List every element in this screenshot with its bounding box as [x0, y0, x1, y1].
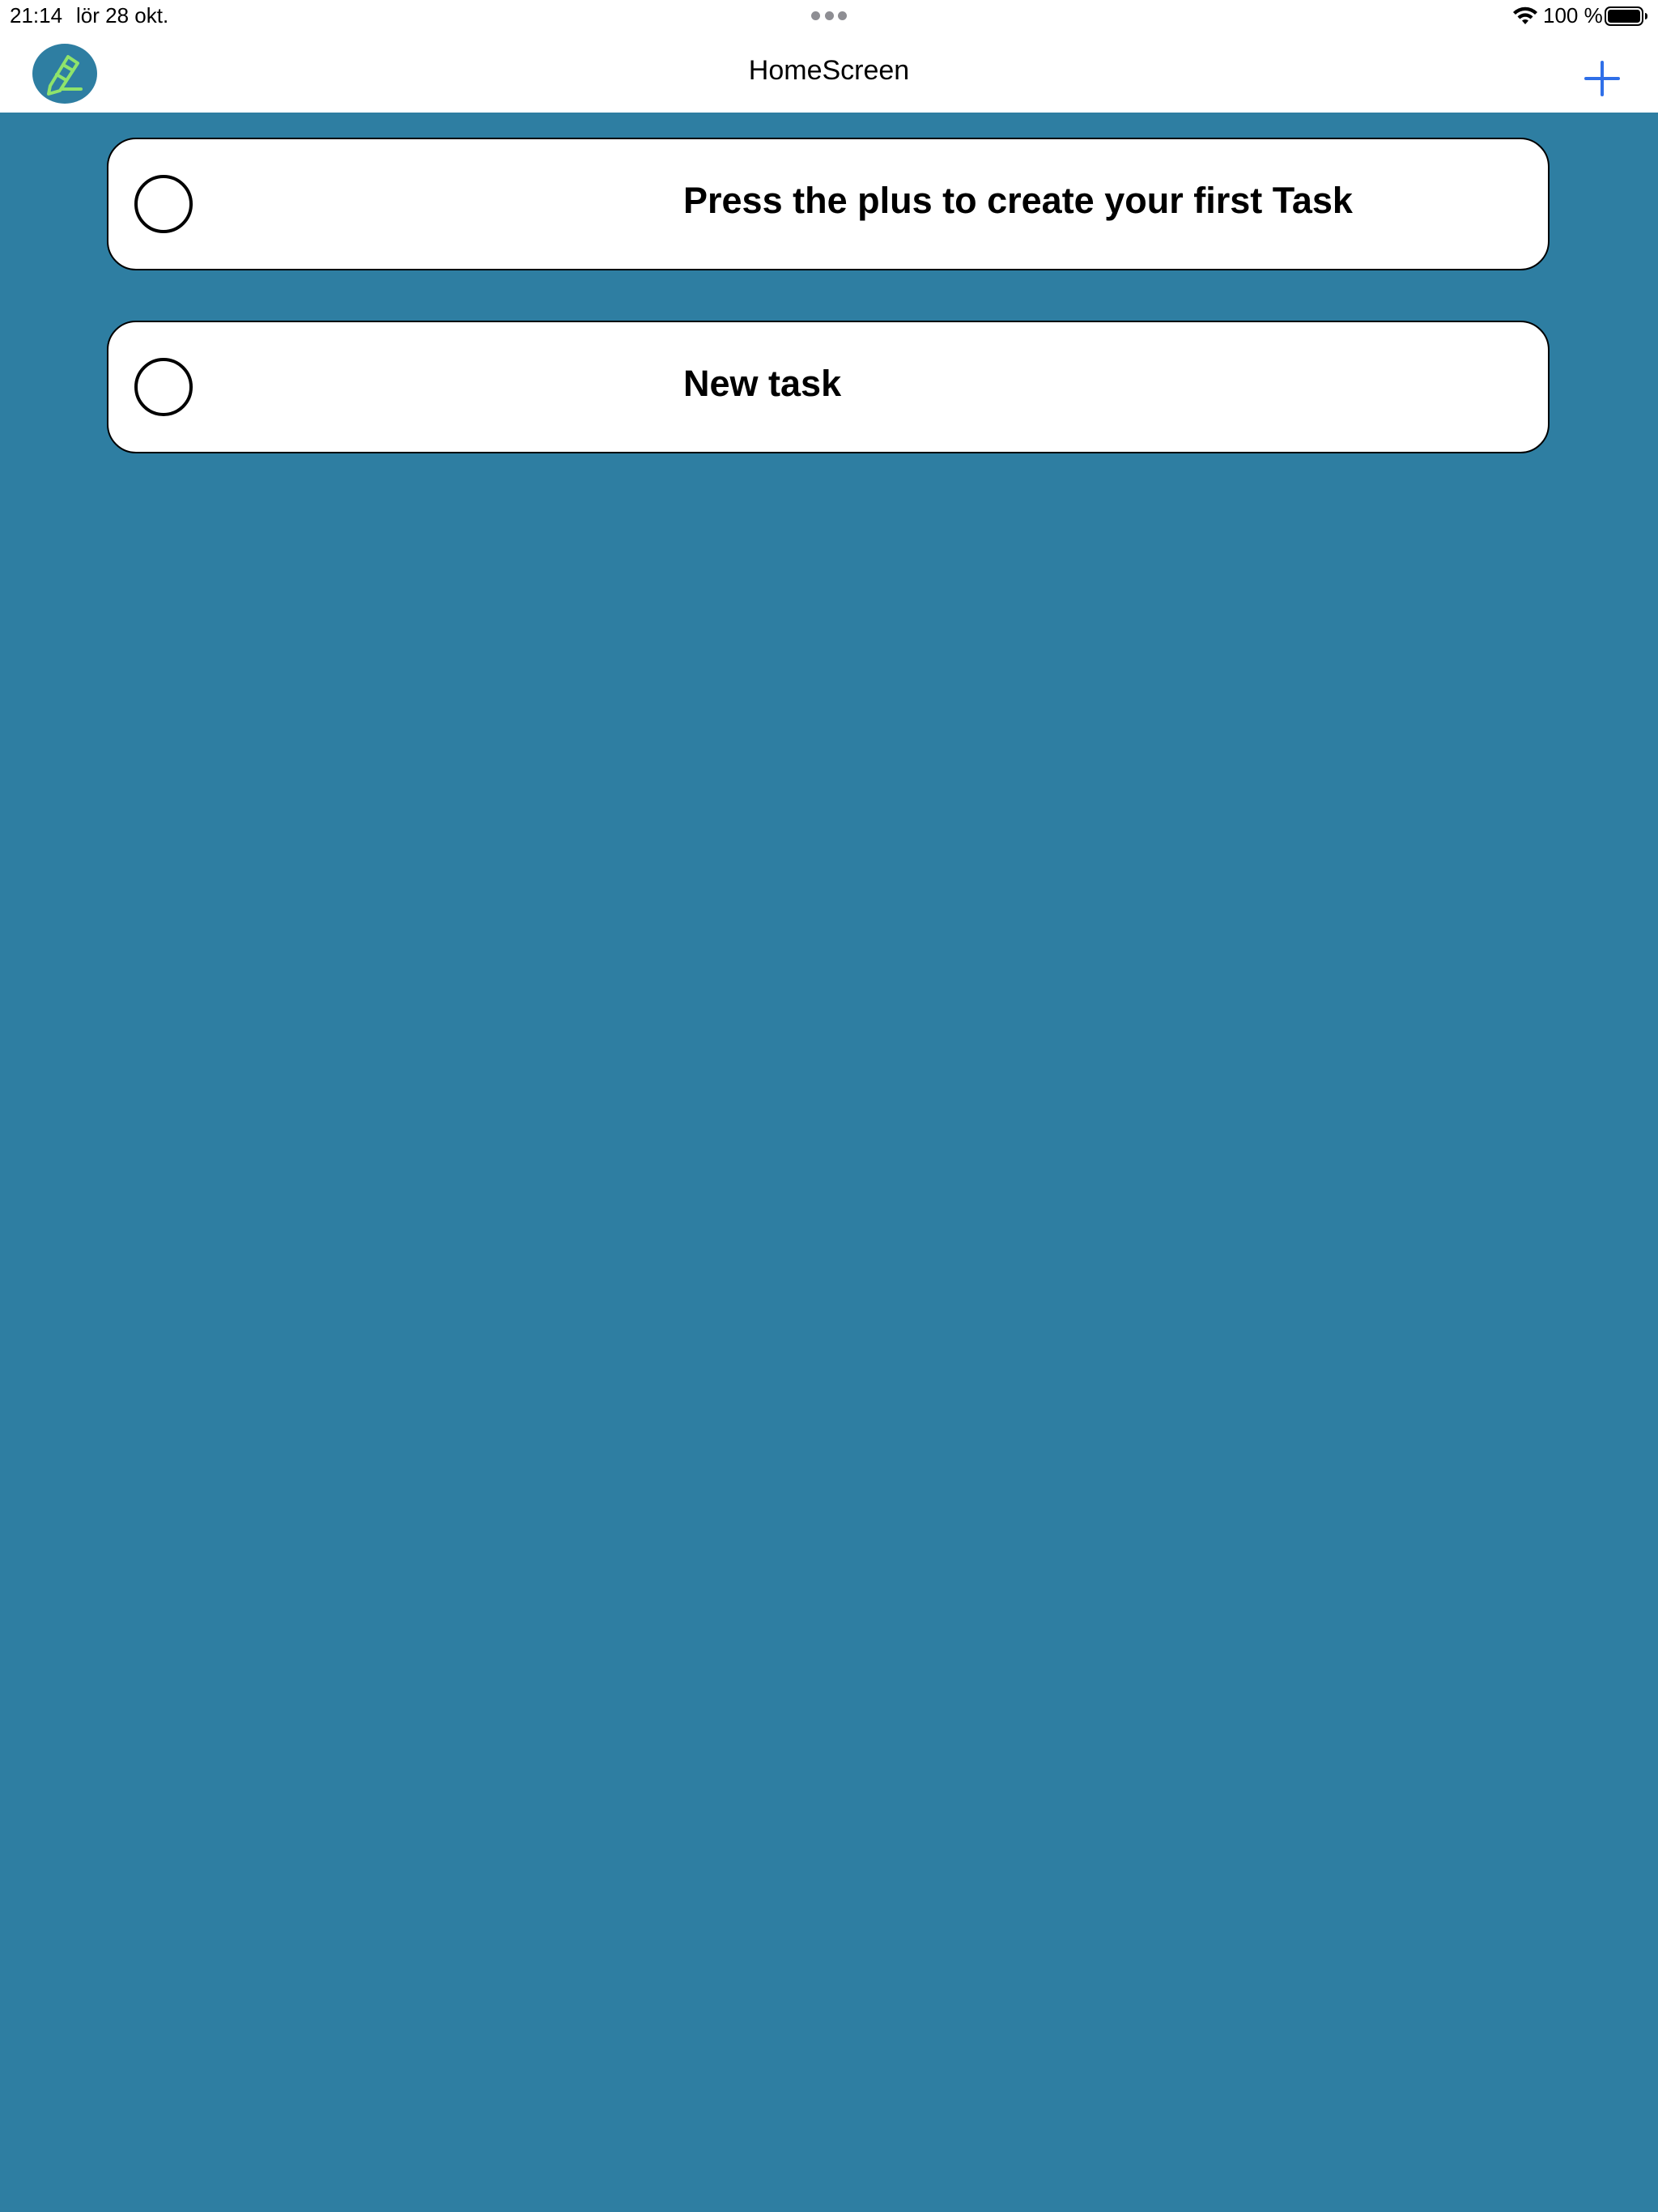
task-title: Press the plus to create your first Task [683, 180, 1353, 221]
task-checkbox-circle-icon[interactable] [134, 175, 193, 233]
add-task-button[interactable] [1582, 58, 1622, 99]
status-date: lör 28 okt. [76, 3, 169, 28]
status-bar: 21:14 lör 28 okt. 100 % [0, 0, 1658, 34]
battery-percent: 100 % [1543, 3, 1603, 28]
page-title: HomeScreen [748, 55, 910, 86]
task-title: New task [683, 363, 842, 404]
task-card[interactable]: Press the plus to create your first Task [107, 138, 1550, 270]
task-card[interactable]: New task [107, 321, 1550, 453]
plus-icon [1584, 61, 1620, 96]
wifi-icon [1513, 6, 1537, 24]
multitasking-dots-icon[interactable] [811, 11, 847, 21]
status-time: 21:14 [10, 3, 63, 28]
battery-icon [1605, 6, 1647, 26]
task-list: Press the plus to create your first Task… [107, 138, 1550, 504]
task-checkbox-circle-icon[interactable] [134, 358, 193, 416]
navigation-bar: HomeScreen [0, 34, 1658, 113]
